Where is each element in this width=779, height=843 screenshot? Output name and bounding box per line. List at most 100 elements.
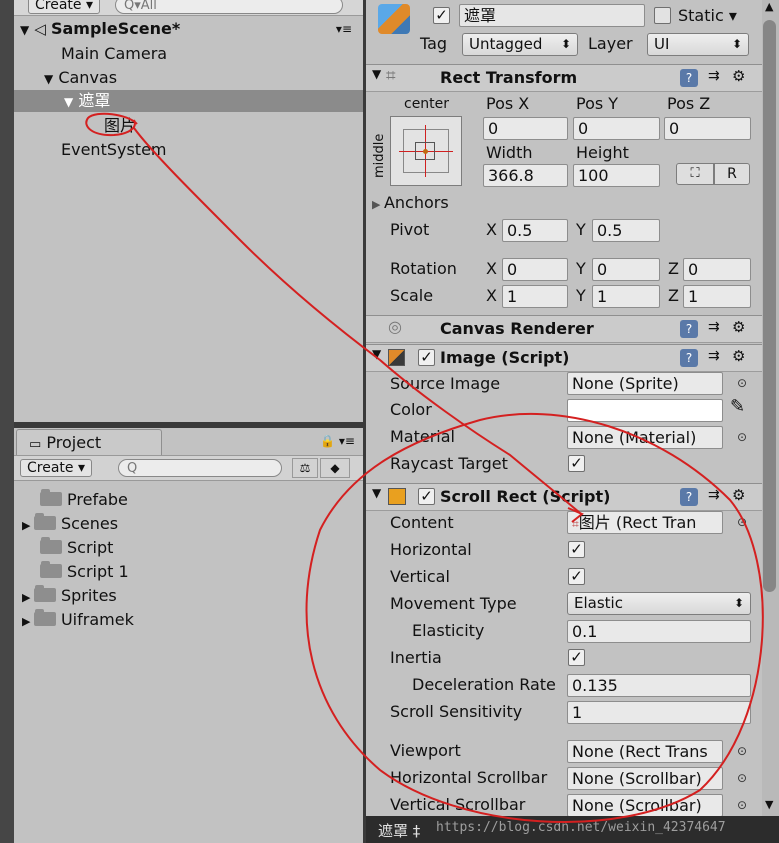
- project-folder-prefabe[interactable]: Prefabe: [40, 488, 128, 512]
- gear-icon[interactable]: ⚙: [732, 347, 745, 365]
- scroll-down-arrow-icon[interactable]: ▼: [765, 798, 773, 811]
- expand-triangle-icon[interactable]: ▼: [20, 23, 29, 37]
- scene-menu-icon[interactable]: ▾≡: [336, 17, 352, 41]
- folder-icon: [33, 513, 56, 530]
- object-picker-icon[interactable]: ⊙: [735, 744, 749, 758]
- scene-row[interactable]: ▼ ◁ SampleScene* ▾≡: [20, 17, 360, 41]
- vertical-checkbox[interactable]: ✓: [568, 568, 585, 585]
- help-book-icon[interactable]: ?: [680, 488, 698, 506]
- expand-triangle-icon[interactable]: ▼: [64, 95, 73, 109]
- color-swatch[interactable]: [567, 399, 723, 422]
- eyedropper-icon[interactable]: ✎: [730, 396, 745, 417]
- raycast-target-checkbox[interactable]: ✓: [568, 455, 585, 472]
- vertical-label: Vertical: [390, 567, 450, 586]
- layer-dropdown[interactable]: UI ⬍: [647, 33, 749, 56]
- expand-triangle-icon[interactable]: ▶: [22, 615, 34, 628]
- rotation-x-field[interactable]: 0: [502, 258, 568, 281]
- collapse-triangle-icon[interactable]: ▼: [372, 486, 381, 500]
- project-create-button[interactable]: Create ▾: [20, 459, 92, 477]
- tag-dropdown[interactable]: Untagged ⬍: [462, 33, 578, 56]
- image-enabled-checkbox[interactable]: ✓: [418, 349, 435, 366]
- anchors-foldout[interactable]: ▶ Anchors: [372, 191, 449, 215]
- project-folder-sprites[interactable]: ▶ Sprites: [22, 584, 117, 608]
- project-search-input[interactable]: Q: [118, 459, 282, 477]
- pos-y-field[interactable]: 0: [573, 117, 660, 140]
- preset-icon[interactable]: ⇉: [708, 487, 720, 503]
- scroll-rect-header[interactable]: ▼ ✓ Scroll Rect (Script) ? ⇉ ⚙: [366, 483, 762, 511]
- material-field[interactable]: None (Material): [567, 426, 723, 449]
- object-picker-icon[interactable]: ⊙: [735, 430, 749, 444]
- gear-icon[interactable]: ⚙: [732, 67, 745, 85]
- gear-icon[interactable]: ⚙: [732, 486, 745, 504]
- content-field[interactable]: ⌗图片 (Rect Tran: [567, 511, 723, 534]
- horizontal-scrollbar-field[interactable]: None (Scrollbar): [567, 767, 723, 790]
- active-checkbox[interactable]: ✓: [433, 7, 450, 24]
- filter-type-icon[interactable]: ⚖: [292, 458, 318, 478]
- pivot-x-field[interactable]: 0.5: [502, 219, 568, 242]
- object-picker-icon[interactable]: ⊙: [735, 376, 749, 390]
- hierarchy-create-button[interactable]: Create ▾: [28, 0, 100, 14]
- inertia-checkbox[interactable]: ✓: [568, 649, 585, 666]
- expand-triangle-icon[interactable]: ▶: [22, 591, 34, 604]
- project-folder-scenes[interactable]: ▶ Scenes: [22, 512, 118, 536]
- hierarchy-item-image[interactable]: 图片: [104, 114, 136, 138]
- rect-transform-header[interactable]: ▼ ⌗ Rect Transform ? ⇉ ⚙: [366, 64, 762, 92]
- horizontal-checkbox[interactable]: ✓: [568, 541, 585, 558]
- rotation-z-field[interactable]: 0: [683, 258, 751, 281]
- movement-type-value: Elastic: [574, 594, 623, 612]
- tab-project[interactable]: ▭ Project: [16, 429, 162, 455]
- help-book-icon[interactable]: ?: [680, 69, 698, 87]
- preset-icon[interactable]: ⇉: [708, 68, 720, 84]
- project-folder-script[interactable]: Script: [40, 536, 113, 560]
- object-picker-icon[interactable]: ⊙: [735, 798, 749, 812]
- inspector-scrollbar-thumb[interactable]: [763, 20, 776, 592]
- pivot-y-field[interactable]: 0.5: [592, 219, 660, 242]
- expand-triangle-icon[interactable]: ▶: [22, 519, 34, 532]
- project-folder-uiframek[interactable]: ▶ Uiframek: [22, 608, 134, 632]
- expand-triangle-icon[interactable]: ▶: [372, 198, 384, 211]
- source-image-field[interactable]: None (Sprite): [567, 372, 723, 395]
- pos-x-field[interactable]: 0: [483, 117, 568, 140]
- image-header[interactable]: ▼ ✓ Image (Script) ? ⇉ ⚙: [366, 344, 762, 372]
- static-dropdown[interactable]: Static ▾: [678, 4, 737, 28]
- hierarchy-item-eventsystem[interactable]: EventSystem: [61, 138, 167, 162]
- object-picker-icon[interactable]: ⊙: [735, 515, 749, 529]
- filter-label-icon[interactable]: ◆: [320, 458, 350, 478]
- elasticity-field[interactable]: 0.1: [567, 620, 751, 643]
- scale-y-field[interactable]: 1: [592, 285, 660, 308]
- preset-icon[interactable]: ⇉: [708, 348, 720, 364]
- anchor-preset-button[interactable]: [390, 116, 462, 186]
- vertical-scrollbar-field[interactable]: None (Scrollbar): [567, 794, 723, 817]
- object-picker-icon[interactable]: ⊙: [735, 771, 749, 785]
- project-folder-script-1[interactable]: Script 1: [40, 560, 129, 584]
- scale-z-field[interactable]: 1: [683, 285, 751, 308]
- hierarchy-item-main-camera[interactable]: Main Camera: [61, 42, 167, 66]
- scale-x-field[interactable]: 1: [502, 285, 568, 308]
- collapse-triangle-icon[interactable]: ▼: [372, 347, 381, 361]
- help-book-icon[interactable]: ?: [680, 320, 698, 338]
- raw-edit-button[interactable]: R: [714, 163, 750, 185]
- deceleration-rate-field[interactable]: 0.135: [567, 674, 751, 697]
- viewport-field[interactable]: None (Rect Trans: [567, 740, 723, 763]
- scroll-rect-enabled-checkbox[interactable]: ✓: [418, 488, 435, 505]
- canvas-renderer-header[interactable]: ◎ Canvas Renderer ? ⇉ ⚙: [366, 315, 762, 343]
- hierarchy-item-mask[interactable]: ▼ 遮罩: [64, 89, 110, 113]
- hierarchy-search-input[interactable]: Q▾All: [115, 0, 343, 14]
- project-lock-menu-icon[interactable]: 🔒 ▾≡: [320, 434, 355, 448]
- collapse-triangle-icon[interactable]: ▼: [372, 67, 381, 81]
- static-checkbox[interactable]: [654, 7, 671, 24]
- object-name-field[interactable]: 遮罩: [459, 4, 645, 27]
- blueprint-mode-button[interactable]: ⛶: [676, 163, 714, 185]
- scroll-up-arrow-icon[interactable]: ▲: [765, 0, 773, 13]
- gear-icon[interactable]: ⚙: [732, 318, 745, 336]
- preset-icon[interactable]: ⇉: [708, 319, 720, 335]
- rotation-y-field[interactable]: 0: [592, 258, 660, 281]
- pos-z-field[interactable]: 0: [664, 117, 751, 140]
- expand-triangle-icon[interactable]: ▼: [44, 72, 53, 86]
- scroll-sensitivity-field[interactable]: 1: [567, 701, 751, 724]
- hierarchy-item-canvas[interactable]: ▼ Canvas: [44, 66, 117, 90]
- movement-type-dropdown[interactable]: Elastic ⬍: [567, 592, 751, 615]
- width-field[interactable]: 366.8: [483, 164, 568, 187]
- height-field[interactable]: 100: [573, 164, 660, 187]
- help-book-icon[interactable]: ?: [680, 349, 698, 367]
